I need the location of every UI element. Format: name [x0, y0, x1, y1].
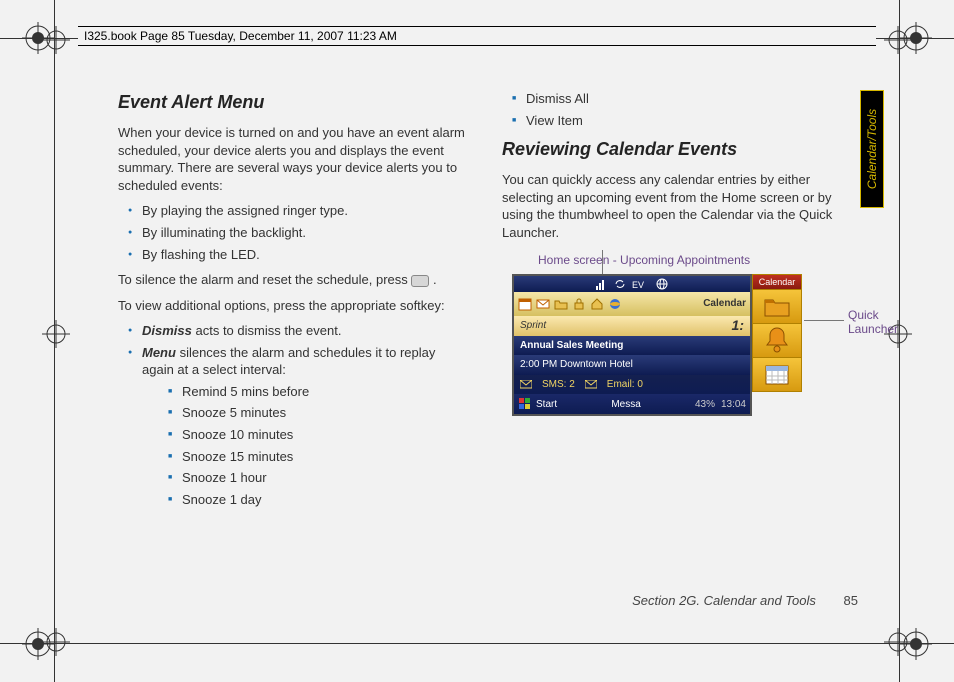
phone-event-sub: 2:00 PM Downtown Hotel [514, 355, 750, 375]
heading-event-alert: Event Alert Menu [118, 90, 468, 114]
crosshair-icon [884, 26, 912, 54]
folder-open-icon [763, 294, 791, 318]
intro-paragraph: When your device is turned on and you ha… [118, 124, 468, 194]
phone-banner: Sprint 1: [514, 316, 750, 336]
calendar-icon [764, 362, 790, 386]
footer-section: Section 2G. Calendar and Tools [632, 593, 816, 608]
snooze-list: Remind 5 mins before Snooze 5 minutes Sn… [142, 383, 468, 508]
clock-label: 13:04 [721, 398, 746, 412]
phone-status-bar: EV [514, 276, 750, 292]
softkey-paragraph: To view additional options, press the ap… [118, 297, 468, 315]
softkey-list: Dismiss acts to dismiss the event. Menu … [118, 322, 468, 508]
page-body: Event Alert Menu When your device is tur… [118, 90, 858, 610]
messages-label: Messa [611, 398, 640, 412]
phone-app-row: Calendar [514, 292, 750, 316]
svg-text:EV: EV [632, 280, 644, 290]
folder-icon [554, 297, 568, 311]
list-item: Snooze 15 minutes [168, 448, 468, 466]
list-item: Menu silences the alarm and schedules it… [128, 344, 468, 508]
menu-label: Menu [142, 345, 176, 360]
phone-taskbar: Start Messa 43% 13:04 [514, 394, 750, 414]
heading-reviewing: Reviewing Calendar Events [502, 137, 852, 161]
sms-icon [520, 380, 532, 390]
right-column: Dismiss All View Item Reviewing Calendar… [502, 90, 852, 516]
browser-icon [608, 297, 622, 311]
silence-paragraph: To silence the alarm and reset the sched… [118, 271, 468, 289]
text: acts to dismiss the event. [192, 323, 342, 338]
list-item: By illuminating the backlight. [128, 224, 468, 242]
crosshair-icon [42, 628, 70, 656]
home-icon [590, 297, 604, 311]
text: To silence the alarm and reset the sched… [118, 272, 411, 287]
signal-icon [596, 278, 608, 290]
page-footer: Section 2G. Calendar and Tools 85 [118, 593, 858, 608]
reviewing-paragraph: You can quickly access any calendar entr… [502, 171, 852, 241]
email-icon [585, 380, 597, 390]
list-item: Dismiss All [512, 90, 852, 108]
lock-icon [572, 297, 586, 311]
launcher-item [753, 289, 801, 323]
text: . [433, 272, 437, 287]
book-header: I325.book Page 85 Tuesday, December 11, … [78, 26, 876, 46]
calendar-small-icon [518, 297, 532, 311]
callout-quick-launcher: QuickLauncher [848, 308, 898, 337]
launcher-head: Calendar [753, 275, 801, 289]
launcher-item [753, 357, 801, 391]
list-item: By flashing the LED. [128, 246, 468, 264]
start-label: Start [536, 398, 557, 412]
bell-icon [765, 326, 789, 354]
left-column: Event Alert Menu When your device is tur… [118, 90, 468, 516]
globe-icon [656, 278, 668, 290]
callout-line [602, 250, 603, 274]
phone-screenshot: EV Calendar Spr [512, 274, 752, 417]
figure-caption: Home screen - Upcoming Appointments [538, 252, 854, 268]
callout-text-span: QuickLauncher [848, 308, 898, 336]
battery-label: 43% [695, 398, 715, 412]
list-item: Snooze 5 minutes [168, 404, 468, 422]
footer-page-number: 85 [844, 593, 858, 608]
list-item: Snooze 1 day [168, 491, 468, 509]
email-count: Email: 0 [607, 378, 643, 392]
list-item: By playing the assigned ringer type. [128, 202, 468, 220]
phone-event-title: Annual Sales Meeting [514, 336, 750, 356]
windows-icon [518, 397, 532, 411]
list-item: Remind 5 mins before [168, 383, 468, 401]
alert-list: By playing the assigned ringer type. By … [118, 202, 468, 263]
phone-counts: SMS: 2 Email: 0 [514, 375, 750, 395]
crop-line-bottom [0, 643, 954, 644]
dismiss-label: Dismiss [142, 323, 192, 338]
crosshair-icon [884, 628, 912, 656]
text: silences the alarm and schedules it to r… [142, 345, 435, 378]
carrier-label: Sprint [520, 319, 546, 333]
list-item: Snooze 10 minutes [168, 426, 468, 444]
app-row-label: Calendar [703, 297, 746, 311]
callout-line [804, 320, 844, 321]
list-item: View Item [512, 112, 852, 130]
continuation-list: Dismiss All View Item [502, 90, 852, 129]
crosshair-icon [42, 26, 70, 54]
quick-launcher: Calendar [752, 274, 802, 392]
list-item: Dismiss acts to dismiss the event. [128, 322, 468, 340]
sync-icon [614, 278, 626, 290]
time-preview: 1: [732, 316, 744, 335]
section-tab-label: Calendar/Tools [865, 109, 879, 189]
figure: Home screen - Upcoming Appointments EV [502, 252, 854, 417]
ev-icon: EV [632, 278, 650, 290]
list-item: Snooze 1 hour [168, 469, 468, 487]
crosshair-icon [42, 320, 70, 348]
mail-icon [536, 297, 550, 311]
section-tab: Calendar/Tools [860, 90, 884, 208]
launcher-item [753, 323, 801, 357]
key-icon [411, 275, 429, 287]
sms-count: SMS: 2 [542, 378, 575, 392]
